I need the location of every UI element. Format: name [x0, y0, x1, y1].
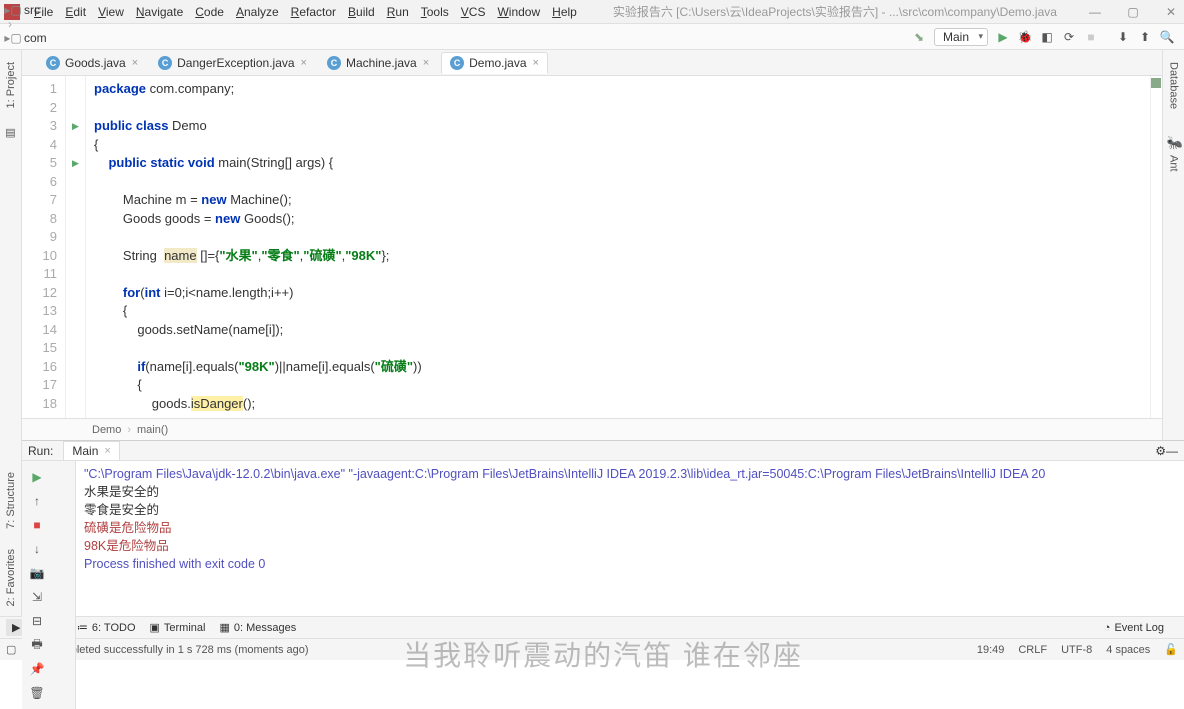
editor-tab-DangerException.java[interactable]: CDangerException.java× [150, 53, 315, 73]
breadcrumb-src[interactable]: ▸▢src [6, 3, 84, 17]
run-configuration-select[interactable]: Main [934, 28, 988, 46]
run-tool-window: Run: Main × ⚙ — ▶ ↑ ■ ↓ 📷 ⇲ ⊟ 🖶 📌 🗑 "C:\… [22, 440, 1184, 616]
menu-analyze[interactable]: Analyze [230, 3, 285, 21]
rerun-button[interactable]: ▶ [25, 466, 49, 488]
menu-code[interactable]: Code [189, 3, 230, 21]
stop-button[interactable]: ■ [1080, 26, 1102, 48]
editor-tabs: CGoods.java×CDangerException.java×CMachi… [22, 50, 1162, 76]
run-marker-gutter[interactable]: ▶▶ [66, 76, 86, 418]
close-tab-icon[interactable]: × [132, 57, 138, 69]
menu-build[interactable]: Build [342, 3, 381, 21]
ant-tool-tab[interactable]: Ant [1168, 149, 1180, 178]
camera-icon[interactable]: 📷 [25, 562, 49, 584]
class-icon: C [46, 56, 60, 70]
step-up-icon[interactable]: ↑ [25, 490, 49, 512]
search-icon[interactable]: 🔍 [1156, 26, 1178, 48]
ant-icon[interactable]: 🐜 [1167, 135, 1181, 149]
coverage-button[interactable]: ◧ [1036, 26, 1058, 48]
stop-run-button[interactable]: ■ [25, 514, 49, 536]
database-tool-tab[interactable]: Database [1168, 56, 1180, 115]
run-config-label: Main [943, 30, 969, 44]
menu-run[interactable]: Run [381, 3, 415, 21]
run-tab[interactable]: Main × [63, 441, 119, 460]
debug-button[interactable]: 🐞 [1014, 26, 1036, 48]
folder-icon: ▸▢ [6, 3, 20, 17]
code-area[interactable]: package com.company; public class Demo {… [86, 76, 1150, 418]
structure-tool-tab[interactable]: 7: Structure [5, 468, 17, 533]
title-bar: FileEditViewNavigateCodeAnalyzeRefactorB… [0, 0, 1184, 24]
menu-navigate[interactable]: Navigate [130, 3, 189, 21]
close-tab-icon[interactable]: × [301, 57, 307, 69]
menu-help[interactable]: Help [546, 3, 583, 21]
editor-tab-Goods.java[interactable]: CGoods.java× [38, 53, 146, 73]
window-title: 实验报告六 [C:\Users\云\IdeaProjects\实验报告六] - … [613, 3, 1066, 20]
filter-icon[interactable]: ⊟ [25, 610, 49, 632]
close-tab-icon[interactable]: × [423, 57, 429, 69]
hide-panel-icon[interactable]: — [1166, 444, 1178, 458]
class-icon: C [450, 56, 464, 70]
folder-icon: ▸▢ [6, 31, 20, 45]
menu-view[interactable]: View [92, 3, 130, 21]
step-down-icon[interactable]: ↓ [25, 538, 49, 560]
close-run-tab-icon[interactable]: × [104, 445, 110, 457]
editor-tab-Demo.java[interactable]: CDemo.java× [441, 52, 548, 74]
run-button[interactable]: ▶ [992, 26, 1014, 48]
export-icon[interactable]: ⇲ [25, 586, 49, 608]
status-icon: ▢ [6, 643, 16, 656]
line-number-gutter: 123456789101112131415161718 [22, 76, 66, 418]
error-stripe[interactable] [1150, 76, 1162, 418]
breadcrumb-com[interactable]: ▸▢com [6, 31, 84, 45]
menu-tools[interactable]: Tools [415, 3, 455, 21]
crumb-class[interactable]: Demo [92, 424, 121, 436]
print-icon[interactable]: 🖶 [25, 634, 49, 656]
vcs-commit-icon[interactable]: ⬆ [1134, 26, 1156, 48]
class-icon: C [158, 56, 172, 70]
close-window-button[interactable]: ✕ [1162, 5, 1180, 19]
pin-icon[interactable]: 📌 [25, 658, 49, 680]
code-editor[interactable]: 123456789101112131415161718 ▶▶ package c… [22, 76, 1162, 418]
favorites-tool-tab[interactable]: 2: Favorites [5, 545, 17, 610]
editor-breadcrumbs[interactable]: Demo › main() [22, 418, 1162, 440]
minimize-button[interactable]: — [1086, 5, 1104, 19]
crumb-method[interactable]: main() [137, 424, 168, 436]
editor-tab-Machine.java[interactable]: CMachine.java× [319, 53, 437, 73]
run-line-icon[interactable]: ▶ [72, 117, 79, 136]
menu-refactor[interactable]: Refactor [285, 3, 342, 21]
settings-icon[interactable]: ⚙ [1155, 444, 1166, 458]
run-line-icon[interactable]: ▶ [72, 154, 79, 173]
menu-vcs[interactable]: VCS [455, 3, 492, 21]
menu-window[interactable]: Window [491, 3, 546, 21]
console-output[interactable]: "C:\Program Files\Java\jdk-12.0.2\bin\ja… [76, 461, 1184, 709]
vcs-update-icon[interactable]: ⬇ [1112, 26, 1134, 48]
build-icon[interactable]: ⬊ [908, 26, 930, 48]
delete-icon[interactable]: 🗑 [25, 682, 49, 704]
profile-button[interactable]: ⟳ [1058, 26, 1080, 48]
close-tab-icon[interactable]: × [533, 57, 539, 69]
left-tool-rail: 1: Project ▤ [0, 50, 22, 440]
right-tool-rail: Database 🐜 Ant [1162, 50, 1184, 440]
maximize-button[interactable]: ▢ [1124, 5, 1142, 19]
tab-icon: ▶ [12, 621, 20, 634]
run-tab-label: Main [72, 444, 98, 458]
run-panel-title: Run: [28, 444, 53, 458]
navigation-bar: 📁实验报告六›▸▢src›▸▢com›▸▢company›CDemo ⬊ Mai… [0, 24, 1184, 50]
class-icon: C [327, 56, 341, 70]
run-toolbar: ▶ ↑ ■ ↓ 📷 ⇲ ⊟ 🖶 📌 🗑 [22, 461, 76, 709]
project-tool-tab[interactable]: 1: Project [5, 56, 17, 114]
project-files-icon[interactable]: ▤ [5, 120, 15, 145]
inspection-ok-icon [1151, 78, 1161, 88]
